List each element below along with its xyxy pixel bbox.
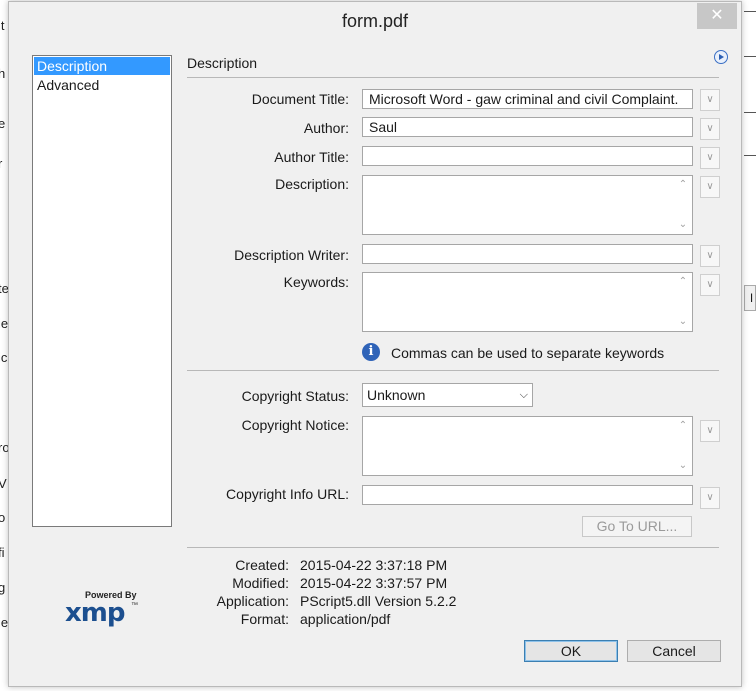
file-properties-dialog: form.pdf ✕ Description Advanced Powered … bbox=[8, 1, 742, 687]
copyright-url-field[interactable] bbox=[362, 485, 693, 505]
modified-label: Modified: bbox=[232, 575, 289, 591]
copyright-url-label: Copyright Info URL: bbox=[226, 486, 349, 502]
author-field[interactable]: Saul bbox=[362, 117, 693, 137]
category-list[interactable]: Description Advanced bbox=[32, 55, 172, 527]
scroll-up-icon[interactable]: ⌃ bbox=[678, 180, 688, 190]
scroll-down-icon[interactable]: ⌄ bbox=[678, 220, 688, 230]
application-label: Application: bbox=[216, 593, 289, 609]
keywords-history-button[interactable]: ∨ bbox=[700, 274, 720, 296]
keywords-scrollbar[interactable]: ⌃ ⌄ bbox=[676, 275, 690, 329]
author-label: Author: bbox=[303, 120, 349, 136]
scroll-up-icon[interactable]: ⌃ bbox=[678, 277, 688, 287]
scroll-down-icon[interactable]: ⌄ bbox=[678, 317, 688, 327]
panel-menu-icon[interactable] bbox=[714, 50, 728, 64]
section-title: Description bbox=[187, 55, 258, 71]
description-writer-history-button[interactable]: ∨ bbox=[700, 245, 720, 267]
copyright-notice-textarea[interactable]: ⌃ ⌄ bbox=[362, 416, 693, 476]
section-divider bbox=[187, 77, 719, 78]
format-value: application/pdf bbox=[300, 611, 391, 627]
close-button[interactable]: ✕ bbox=[697, 3, 737, 29]
keywords-textarea[interactable]: ⌃ ⌄ bbox=[362, 272, 693, 332]
copyright-status-label: Copyright Status: bbox=[241, 388, 349, 404]
go-to-url-button[interactable]: Go To URL... bbox=[582, 516, 692, 537]
scroll-up-icon[interactable]: ⌃ bbox=[678, 421, 688, 431]
copyright-notice-history-button[interactable]: ∨ bbox=[700, 420, 720, 442]
description-textarea[interactable]: ⌃ ⌄ bbox=[362, 175, 693, 235]
title-bar: form.pdf ✕ bbox=[9, 2, 741, 40]
description-scrollbar[interactable]: ⌃ ⌄ bbox=[676, 178, 690, 232]
info-icon: i bbox=[362, 343, 380, 361]
keywords-hint: Commas can be used to separate keywords bbox=[391, 345, 665, 361]
created-value: 2015-04-22 3:37:18 PM bbox=[300, 557, 448, 573]
copyright-notice-scrollbar[interactable]: ⌃ ⌄ bbox=[676, 419, 690, 473]
background-app-right: I bbox=[742, 0, 756, 691]
chevron-down-icon: ⌵ bbox=[519, 389, 528, 401]
document-title-field[interactable]: Microsoft Word - gaw criminal and civil … bbox=[362, 89, 693, 109]
copyright-notice-label: Copyright Notice: bbox=[241, 417, 349, 433]
copyright-divider bbox=[187, 370, 719, 371]
author-title-field[interactable] bbox=[362, 146, 693, 166]
cancel-button[interactable]: Cancel bbox=[627, 640, 721, 662]
format-label: Format: bbox=[240, 611, 289, 627]
copyright-status-select[interactable]: Unknown ⌵ bbox=[362, 383, 533, 407]
xmp-logo-text: xmp bbox=[65, 598, 125, 628]
created-label: Created: bbox=[235, 557, 289, 573]
description-history-button[interactable]: ∨ bbox=[700, 176, 720, 198]
modified-value: 2015-04-22 3:37:57 PM bbox=[300, 575, 448, 591]
document-title-history-button[interactable]: ∨ bbox=[700, 89, 720, 111]
ok-button[interactable]: OK bbox=[524, 640, 618, 662]
description-label: Description: bbox=[275, 176, 349, 192]
xmp-logo: Powered By xmp ™ bbox=[65, 590, 145, 630]
scroll-down-icon[interactable]: ⌄ bbox=[678, 461, 688, 471]
author-history-button[interactable]: ∨ bbox=[700, 118, 720, 140]
application-value: PScript5.dll Version 5.2.2 bbox=[300, 593, 457, 609]
keywords-label: Keywords: bbox=[283, 274, 349, 290]
author-title-label: Author Title: bbox=[274, 149, 349, 165]
description-writer-field[interactable] bbox=[362, 244, 693, 264]
category-item-description[interactable]: Description bbox=[34, 57, 170, 75]
author-title-history-button[interactable]: ∨ bbox=[700, 147, 720, 169]
metadata-divider bbox=[187, 547, 719, 548]
copyright-status-value: Unknown bbox=[367, 387, 426, 403]
category-item-advanced[interactable]: Advanced bbox=[34, 76, 170, 94]
window-title: form.pdf bbox=[341, 11, 409, 31]
trademark-mark: ™ bbox=[131, 602, 138, 609]
background-button: I bbox=[744, 285, 756, 311]
document-title-label: Document Title: bbox=[251, 91, 349, 107]
description-writer-label: Description Writer: bbox=[234, 247, 349, 263]
copyright-url-history-button[interactable]: ∨ bbox=[700, 487, 720, 509]
